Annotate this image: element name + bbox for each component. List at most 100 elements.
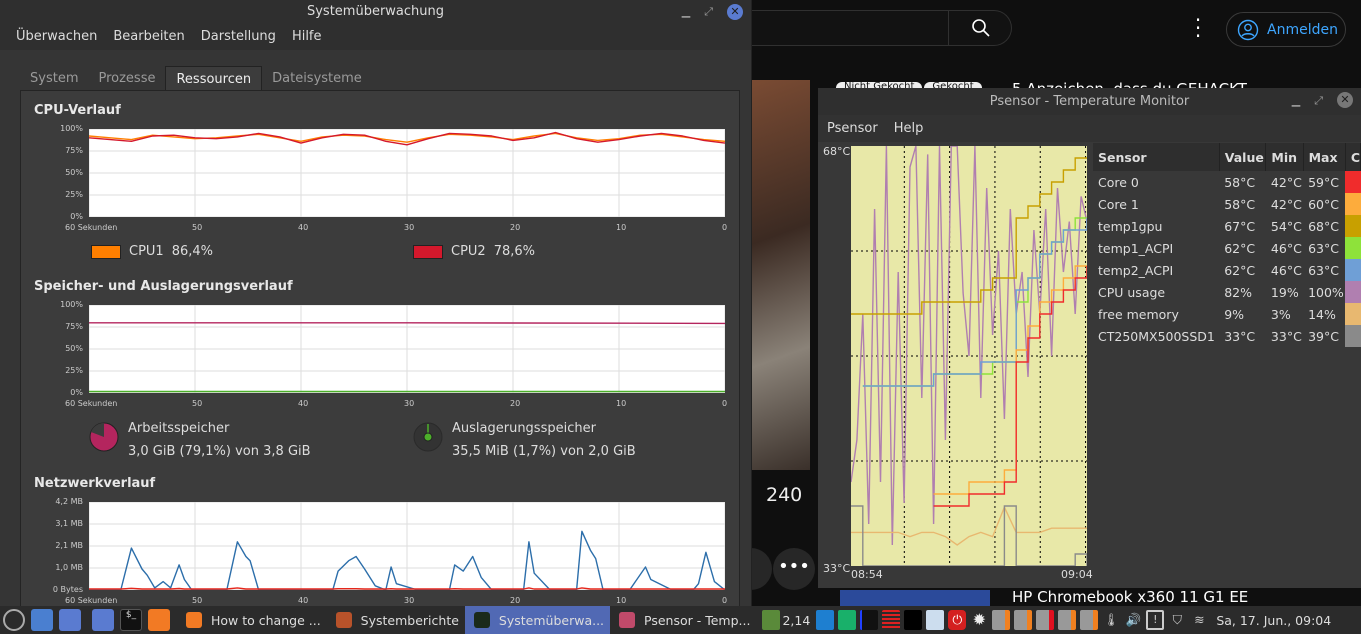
taskbar-task[interactable]: Psensor - Temp...	[610, 606, 756, 634]
sensor-color-swatch[interactable]	[1345, 193, 1361, 215]
sensor-color-swatch[interactable]	[1345, 259, 1361, 281]
swap-pie-icon[interactable]	[412, 421, 444, 453]
menu-help[interactable]: Hilfe	[292, 24, 322, 50]
swap-load-applet[interactable]	[882, 610, 901, 630]
clock[interactable]: Sa, 17. Jun., 09:04	[1216, 613, 1331, 628]
more-actions-button[interactable]: •••	[773, 548, 815, 590]
disk-load-applet[interactable]	[904, 610, 923, 630]
tab-processes[interactable]: Prozesse	[88, 66, 165, 91]
firefox-icon[interactable]	[148, 609, 170, 631]
sensor-row[interactable]: Core 0 58°C 42°C 59°C	[1093, 171, 1361, 193]
sign-in-button[interactable]: Anmelden	[1226, 12, 1346, 47]
update-manager-icon[interactable]: !	[1146, 610, 1165, 630]
x-tick-label: 60 Sekunden	[65, 223, 118, 232]
col-max[interactable]: Max	[1303, 143, 1346, 171]
wifi-icon[interactable]: ≋	[1190, 610, 1208, 630]
menu-edit[interactable]: Bearbeiten	[113, 24, 184, 50]
sensor-min: 42°C	[1270, 196, 1302, 212]
sensor-value: 33°C	[1224, 328, 1256, 344]
sensor-sensor: CT250MX500SSD1	[1098, 328, 1215, 344]
table-header: Sensor Value Min Max C	[1093, 143, 1361, 171]
network-load-applet[interactable]	[860, 610, 879, 630]
thermometer-icon[interactable]: 🌡	[1102, 610, 1120, 630]
volume-icon[interactable]: 🔊	[1124, 610, 1142, 630]
sensor-row[interactable]: temp2_ACPI 62°C 46°C 63°C	[1093, 259, 1361, 281]
sensor-row[interactable]: temp1gpu 67°C 54°C 68°C	[1093, 215, 1361, 237]
cpu-load-applet[interactable]	[816, 610, 835, 630]
window-titlebar[interactable]: Systemüberwachung ▁ ⤢ ✕	[0, 0, 751, 24]
video-thumbnail[interactable]	[752, 80, 810, 470]
col-value[interactable]: Value	[1219, 143, 1267, 171]
gpu-temp-icon[interactable]	[1036, 610, 1055, 630]
workspace-icon[interactable]	[926, 610, 945, 630]
minimize-icon[interactable]: ▁	[682, 0, 690, 24]
next-video-title[interactable]: HP Chromebook x360 11 G1 EE	[1012, 589, 1248, 606]
sensor-color-swatch[interactable]	[1345, 281, 1361, 303]
power-icon[interactable]: ⏻	[948, 610, 967, 630]
mint-menu-icon[interactable]	[3, 609, 25, 631]
task-label: Systemüberwa...	[498, 612, 605, 628]
cpu-temp-icon[interactable]	[1014, 610, 1033, 630]
window-titlebar[interactable]: Psensor - Temperature Monitor ▁ ⤢ ✕	[818, 88, 1361, 115]
taskbar-task[interactable]: How to change ...	[177, 606, 327, 634]
next-video-thumbnail[interactable]	[840, 590, 990, 606]
close-icon[interactable]: ✕	[1337, 92, 1353, 108]
files-icon[interactable]	[92, 609, 114, 631]
task-label: How to change ...	[211, 612, 321, 628]
sensor-color-swatch[interactable]	[1345, 325, 1361, 347]
menu-monitor[interactable]: Überwachen	[16, 24, 97, 50]
acpi-temp-icon[interactable]	[1058, 610, 1077, 630]
cpu1-value: 86,4%	[171, 244, 214, 259]
acpi-temp-icon[interactable]	[1080, 610, 1099, 630]
sensor-color-swatch[interactable]	[1345, 303, 1361, 325]
sensor-row[interactable]: temp1_ACPI 62°C 46°C 63°C	[1093, 237, 1361, 259]
sensor-graph-canvas	[850, 145, 1088, 567]
taskbar-task[interactable]: Systemberichte	[327, 606, 465, 634]
tab-resources[interactable]: Ressourcen	[165, 66, 263, 91]
cpu1-color-swatch[interactable]	[91, 244, 121, 259]
sensor-max: 63°C	[1308, 240, 1339, 256]
sensor-max: 60°C	[1308, 196, 1339, 212]
sensor-row[interactable]: Core 1 58°C 42°C 60°C	[1093, 193, 1361, 215]
youtube-search-button[interactable]	[948, 10, 1012, 46]
cpu-freq-icon[interactable]	[762, 610, 781, 630]
tab-filesystems[interactable]: Dateisysteme	[262, 66, 372, 91]
sensor-color-swatch[interactable]	[1345, 171, 1361, 193]
taskbar-task[interactable]: Systemüberwa...	[464, 606, 611, 634]
y-tick-label: 75%	[65, 146, 83, 155]
col-color[interactable]: C	[1345, 143, 1361, 171]
sensor-color-swatch[interactable]	[1345, 215, 1361, 237]
report-icon	[335, 612, 352, 628]
tab-system[interactable]: System	[20, 66, 88, 91]
cpu-temp-icon[interactable]	[992, 610, 1011, 630]
cpu2-color-swatch[interactable]	[413, 244, 443, 259]
shield-icon[interactable]: ⛉	[1168, 610, 1186, 630]
account-icon	[1237, 19, 1259, 40]
sensor-sensor: Core 1	[1098, 196, 1139, 212]
terminal-icon[interactable]: $_	[120, 609, 142, 631]
maximize-icon[interactable]: ⤢	[1314, 87, 1323, 114]
y-tick-label: 0 Bytes	[52, 585, 83, 594]
ram-value: 3,0 GiB (79,1%) von 3,8 GiB	[128, 444, 311, 459]
screenshot-icon[interactable]	[31, 609, 53, 631]
close-icon[interactable]: ✕	[727, 4, 743, 20]
sensor-row[interactable]: CT250MX500SSD1 33°C 33°C 39°C	[1093, 325, 1361, 347]
sensor-color-swatch[interactable]	[1345, 237, 1361, 259]
minimize-icon[interactable]: ▁	[1292, 87, 1300, 114]
y-tick-label: 75%	[65, 322, 83, 331]
menu-psensor[interactable]: Psensor	[827, 115, 878, 142]
menu-help[interactable]: Help	[894, 115, 924, 142]
col-min[interactable]: Min	[1265, 143, 1304, 171]
sensor-row[interactable]: free memory 9% 3% 14%	[1093, 303, 1361, 325]
memory-load-applet[interactable]	[838, 610, 857, 630]
sensor-value: 67°C	[1224, 218, 1256, 234]
maximize-icon[interactable]: ⤢	[704, 0, 713, 24]
menu-view[interactable]: Darstellung	[201, 24, 276, 50]
show-desktop-icon[interactable]	[59, 609, 81, 631]
x-tick-label: 30	[404, 596, 415, 605]
col-sensor[interactable]: Sensor	[1093, 143, 1220, 171]
sensor-row[interactable]: CPU usage 82% 19% 100%	[1093, 281, 1361, 303]
brightness-icon[interactable]: ✹	[970, 610, 988, 630]
ram-pie-icon[interactable]	[88, 421, 120, 453]
more-options-icon[interactable]: · · ·	[1192, 10, 1204, 46]
